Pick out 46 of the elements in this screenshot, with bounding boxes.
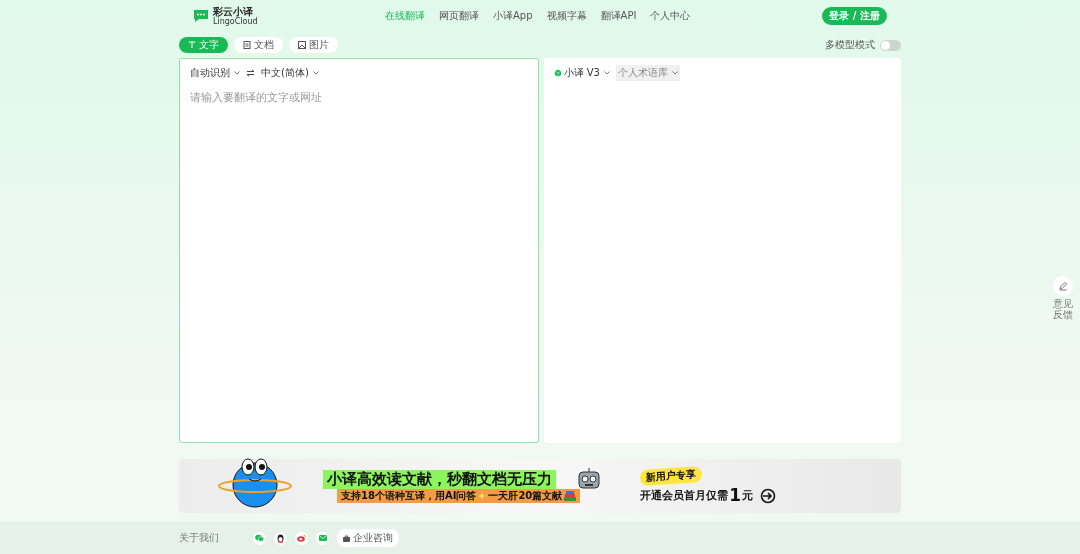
- logo-subtitle: LingoCloud: [213, 17, 258, 26]
- document-icon: [243, 41, 251, 49]
- offer-unit: 元: [742, 488, 754, 503]
- nav-link[interactable]: 网页翻译: [439, 9, 479, 23]
- offer-price: 1: [729, 487, 742, 504]
- image-icon: [298, 41, 306, 49]
- text-icon: [188, 41, 196, 49]
- sparkle-icon: [478, 491, 487, 500]
- cube-icon: [553, 69, 562, 77]
- nav-link[interactable]: 个人中心: [650, 9, 691, 23]
- mode-tab[interactable]: 图片: [289, 37, 338, 53]
- mail-icon[interactable]: [316, 531, 329, 545]
- books-icon: [564, 490, 577, 501]
- wechat-icon[interactable]: [253, 531, 266, 545]
- multi-model-toggle[interactable]: [880, 39, 901, 51]
- logo-name: 彩云小译: [213, 6, 253, 17]
- banner-subline: 支持18个语种互译，用AI问答: [341, 488, 477, 503]
- nav-link[interactable]: 小译App: [493, 9, 533, 23]
- source-language-dropdown[interactable]: 自动识别: [190, 66, 240, 80]
- promo-banner[interactable]: 小译高效读文献，秒翻文档无压力 支持18个语种互译，用AI问答 一天肝20篇文献 新用户专享 开通会员首月仅需 1元: [179, 459, 901, 513]
- banner-headline: 小译高效读文献，秒翻文档无压力: [323, 469, 556, 489]
- weibo-icon[interactable]: [295, 531, 308, 545]
- swap-icon[interactable]: [246, 69, 255, 77]
- robot-icon: [576, 467, 603, 491]
- banner-subline: 一天肝20篇文献: [488, 488, 563, 503]
- briefcase-icon: [343, 534, 350, 542]
- chevron-down-icon: [603, 71, 610, 75]
- chevron-down-icon: [312, 71, 319, 75]
- chevron-down-icon: [671, 71, 678, 75]
- model-dropdown[interactable]: 小译 V3: [553, 66, 610, 80]
- chevron-down-icon: [234, 71, 240, 75]
- penguin-icon[interactable]: [274, 531, 287, 545]
- source-text-field[interactable]: 自动识别 中文(简体) 请输入要翻译的文字或网址: [179, 58, 539, 443]
- nav-link[interactable]: 视频字幕: [546, 9, 587, 23]
- target-language-dropdown[interactable]: 中文(简体): [261, 66, 319, 80]
- new-user-badge: 新用户专享: [639, 465, 703, 487]
- business-button[interactable]: 企业咨询: [337, 529, 399, 547]
- feedback-button[interactable]: 意见反馈: [1050, 276, 1076, 320]
- multi-model-label: 多模型模式: [825, 38, 875, 52]
- about-link[interactable]: 关于我们: [179, 531, 219, 545]
- pencil-icon: [1058, 281, 1068, 291]
- mode-tab[interactable]: 文档: [234, 37, 283, 53]
- logo-icon: [193, 9, 209, 23]
- nav-link[interactable]: 翻译API: [600, 9, 637, 23]
- offer-text: 开通会员首月仅需: [640, 488, 729, 503]
- arrow-circle-icon: [760, 487, 777, 504]
